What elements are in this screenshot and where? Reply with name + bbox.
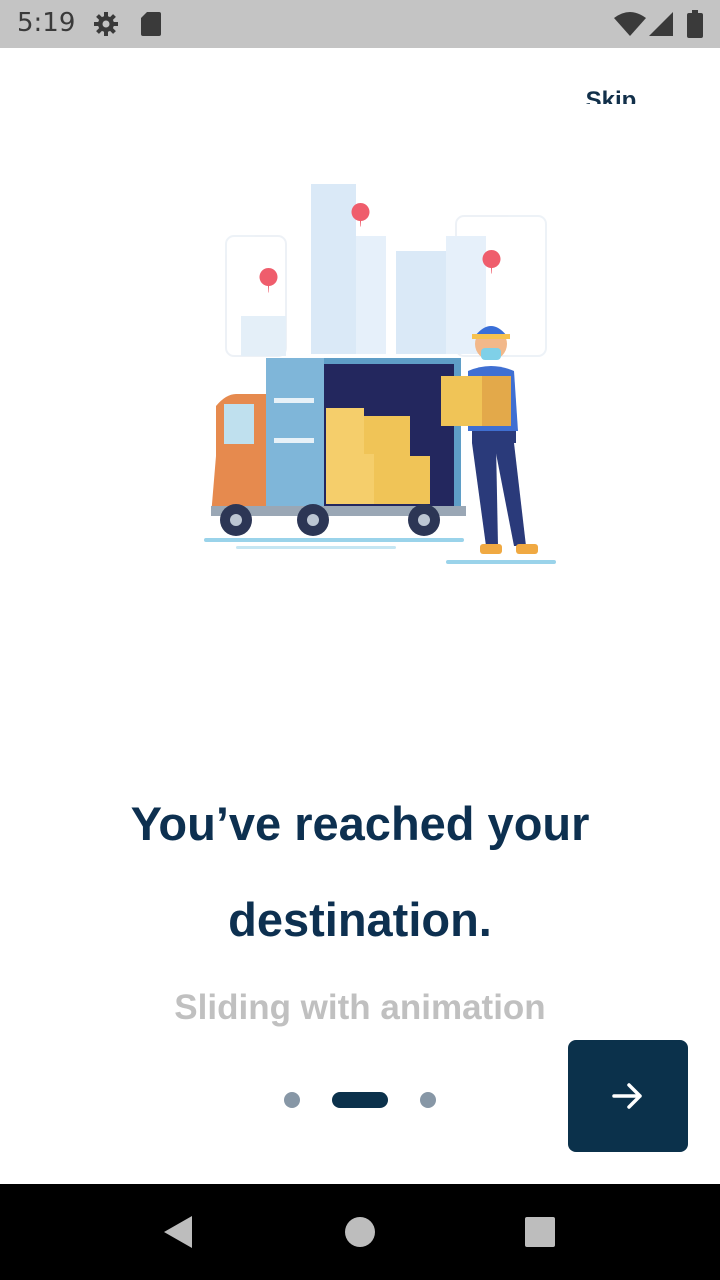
battery-icon: [687, 10, 703, 38]
sd-card-icon: [141, 12, 161, 36]
onboarding-title: You’ve reached your destination.: [60, 776, 660, 968]
recents-icon[interactable]: [524, 1216, 556, 1248]
status-bar: 5:19: [0, 0, 720, 48]
signal-icon: [649, 12, 673, 36]
delivery-truck-illustration: [204, 184, 556, 564]
title-line-1: You’ve reached your: [130, 797, 590, 850]
skip-button[interactable]: Skip: [566, 86, 656, 104]
wifi-icon: [614, 12, 646, 36]
back-icon[interactable]: [162, 1214, 194, 1250]
status-time: 5:19: [17, 8, 76, 38]
gear-icon: [94, 12, 118, 36]
page-dot-1[interactable]: [284, 1092, 300, 1108]
next-button[interactable]: [568, 1040, 688, 1152]
arrow-right-icon: [612, 1083, 642, 1109]
title-line-2: destination.: [228, 893, 492, 946]
navigation-bar: [0, 1184, 720, 1280]
home-icon[interactable]: [343, 1215, 377, 1249]
onboarding-subtitle: Sliding with animation: [174, 988, 546, 1027]
page-dot-3[interactable]: [420, 1092, 436, 1108]
page-dot-2-active[interactable]: [332, 1092, 388, 1108]
